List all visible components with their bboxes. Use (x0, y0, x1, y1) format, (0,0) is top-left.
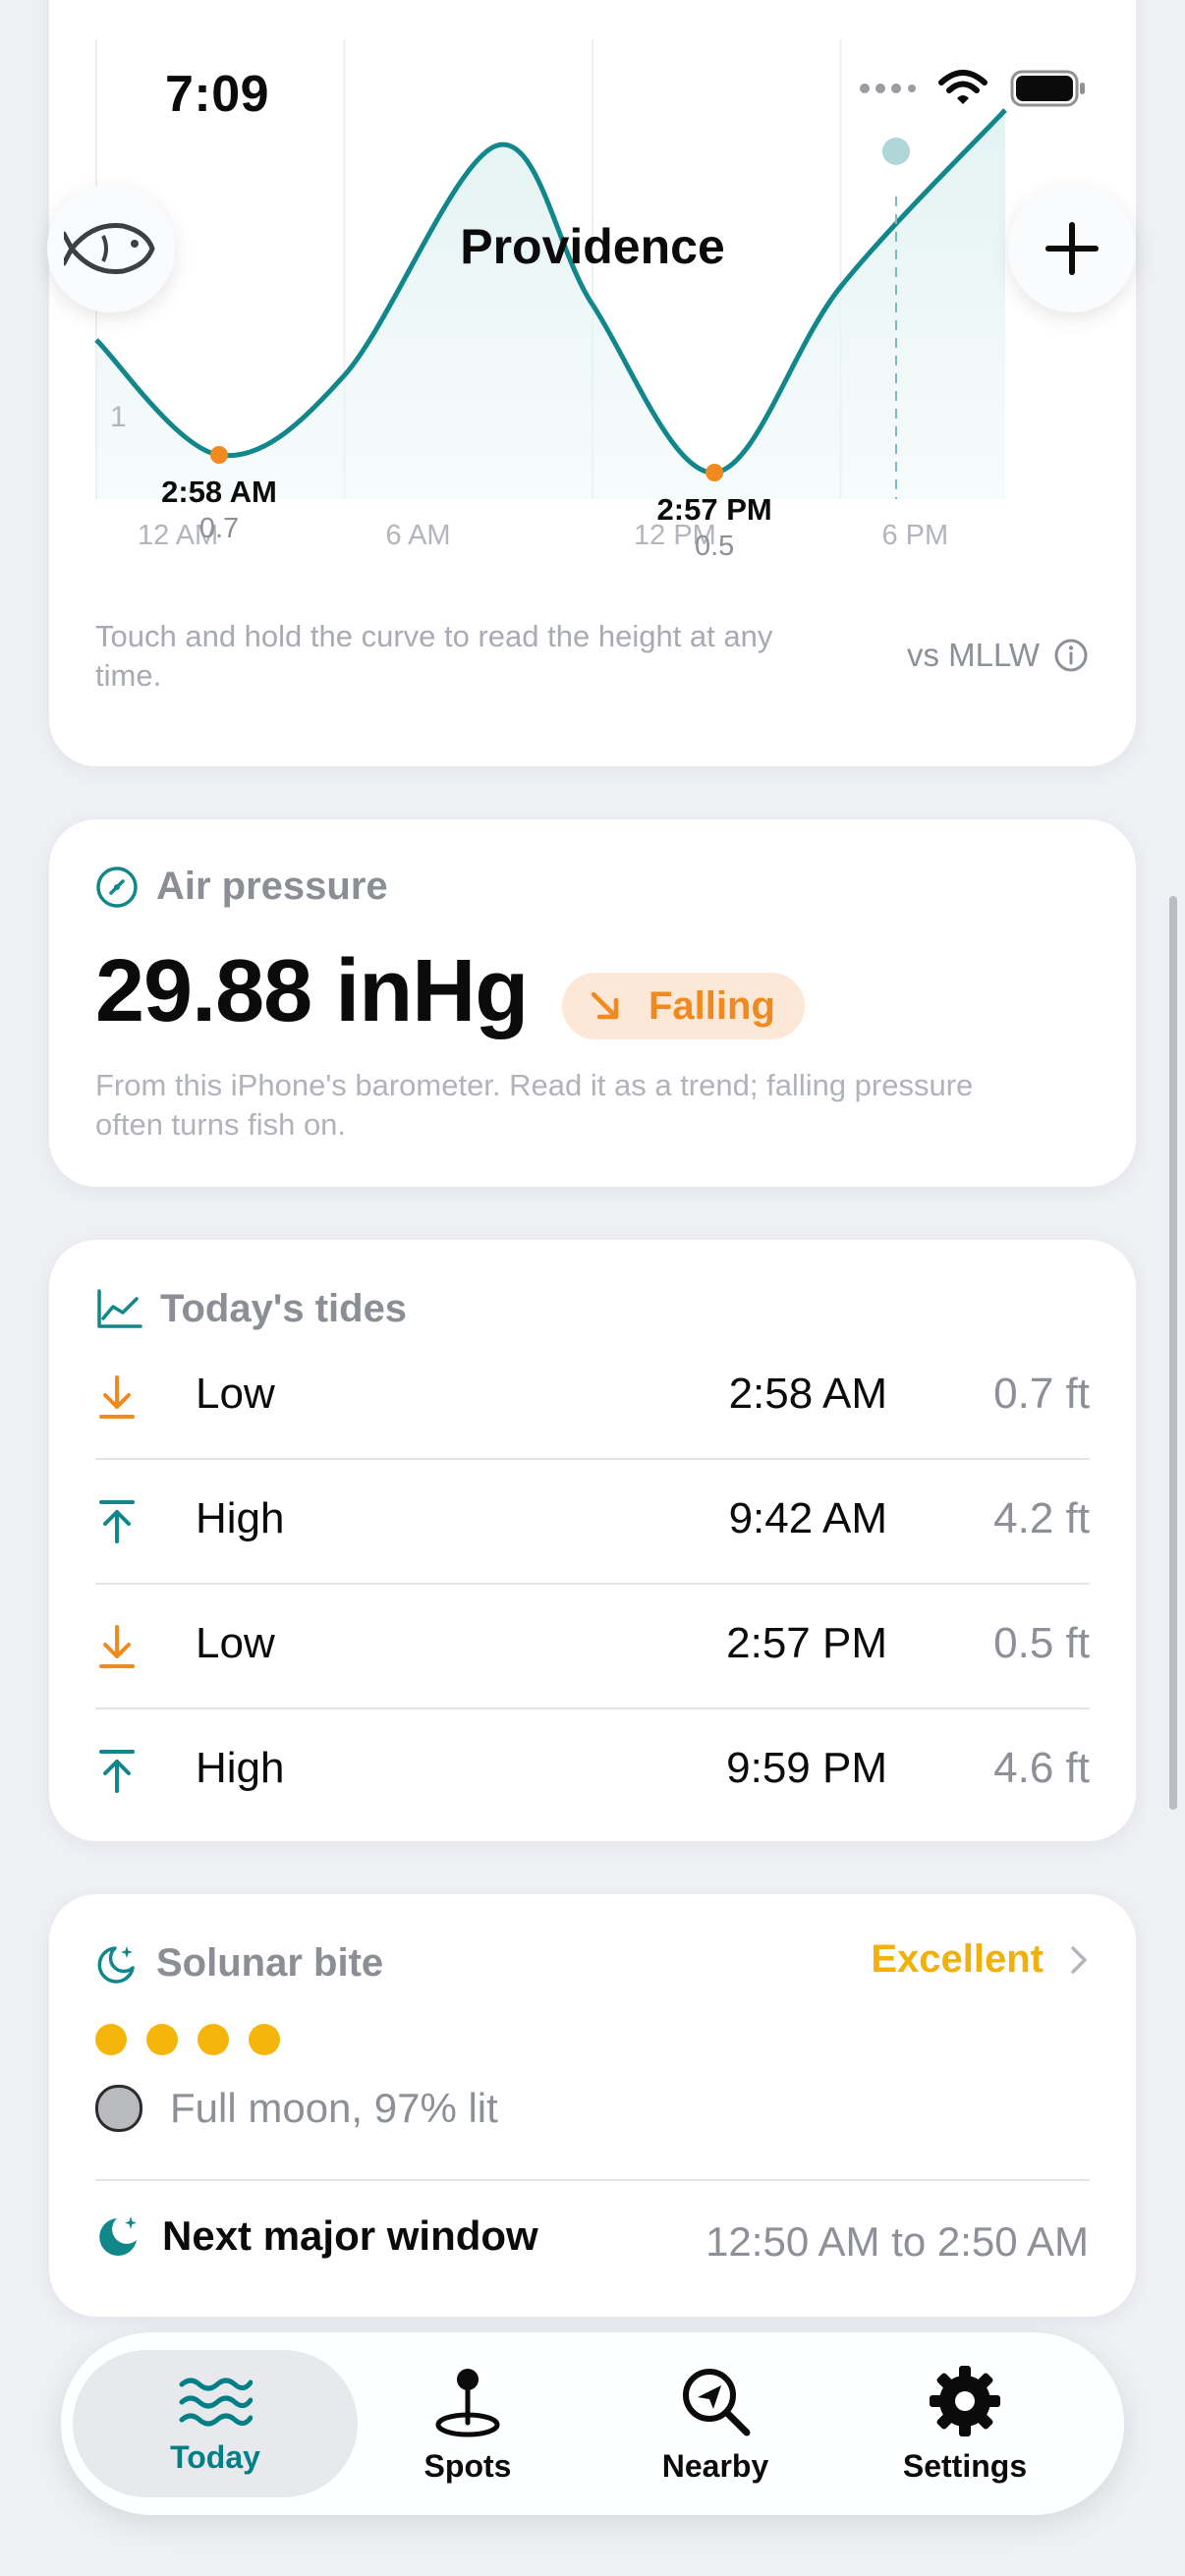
tab-today[interactable]: Today (73, 2350, 358, 2497)
tab-nearby[interactable]: Nearby (597, 2350, 833, 2497)
arrow-down-to-line-icon (99, 1625, 135, 1668)
tide-height: 0.7 ft (993, 1370, 1090, 1418)
pressure-note: From this iPhone's barometer. Read it as… (95, 1068, 974, 1142)
moon-phase-label: Full moon, 97% lit (170, 2085, 498, 2131)
tab-settings[interactable]: Settings (847, 2350, 1083, 2497)
rating-dot (198, 2024, 229, 2055)
rating-dot (95, 2024, 127, 2055)
tide-row[interactable]: High 9:59 PM 4.6 ft (95, 1708, 1090, 1832)
low-tide-marker (209, 446, 228, 464)
gear-icon (930, 2365, 1000, 2436)
x-tick-label: 6 AM (386, 520, 451, 551)
wifi-icon (938, 70, 988, 104)
tab-bar: Today Spots Nearby Settings (61, 2332, 1124, 2515)
next-major-row: Next major window (95, 2212, 538, 2260)
low-tide-time: 2:57 PM (657, 492, 772, 527)
tide-height: 4.2 ft (993, 1494, 1090, 1542)
x-tick-label: 6 PM (882, 520, 949, 551)
rating-dot (249, 2024, 280, 2055)
low-tide-height: 0.7 (199, 513, 239, 544)
air-pressure-header: Air pressure (95, 865, 388, 909)
tide-type: Low (196, 1370, 275, 1418)
plus-icon (1045, 222, 1099, 275)
tide-height: 4.6 ft (993, 1744, 1090, 1792)
arrow-down-right-icon (591, 991, 619, 1020)
solunar-header: Solunar bite (95, 1941, 383, 1986)
arrow-up-from-line-icon (99, 1500, 135, 1543)
location-search-icon (683, 2368, 751, 2436)
chart-hint: Touch and hold the curve to read the hei… (95, 619, 773, 693)
tide-time: 9:59 PM (726, 1744, 887, 1792)
add-button[interactable] (1008, 185, 1136, 312)
status-time: 7:09 (165, 66, 270, 123)
status-icons (859, 69, 1087, 108)
scroll-indicator[interactable] (1169, 896, 1177, 1810)
tab-spots[interactable]: Spots (350, 2350, 586, 2497)
next-major-time: 12:50 AM to 2:50 AM (705, 2218, 1089, 2265)
moon-stars-icon (99, 2216, 137, 2256)
tab-label: Today (170, 2438, 260, 2475)
gauge-icon (96, 866, 138, 908)
moon-stars-icon (97, 1945, 135, 1984)
solunar-rating[interactable]: Excellent (871, 1937, 1089, 1982)
datum-info[interactable]: vs MLLW (907, 637, 1089, 674)
low-tide-height: 0.5 (695, 531, 734, 562)
tide-type: Low (196, 1619, 275, 1667)
arrow-down-to-line-icon (99, 1375, 135, 1419)
rating-dots (95, 2024, 280, 2055)
tides-header: Today's tides (95, 1287, 407, 1331)
divider (95, 2179, 1090, 2181)
low-tide-marker (705, 464, 724, 481)
tide-height: 0.5 ft (993, 1619, 1090, 1667)
y-tick-1: 1 (110, 401, 127, 433)
air-pressure-title: Air pressure (156, 865, 388, 908)
moon-phase-row: Full moon, 97% lit (95, 2085, 498, 2132)
tab-label: Settings (902, 2447, 1028, 2484)
waves-icon (179, 2378, 253, 2426)
moon-phase-icon (95, 2085, 142, 2132)
signal-dots-icon (860, 84, 916, 93)
solunar-title: Solunar bite (156, 1941, 384, 1985)
tides-title: Today's tides (160, 1287, 408, 1330)
arrow-up-from-line-icon (99, 1750, 135, 1793)
tide-row[interactable]: Low 2:58 AM 0.7 ft (95, 1334, 1090, 1458)
tide-area (96, 110, 1005, 499)
rating-dot (146, 2024, 178, 2055)
datum-label: vs MLLW (906, 637, 1040, 673)
pin-icon (435, 2368, 500, 2436)
tab-label: Nearby (661, 2447, 769, 2484)
tide-row[interactable]: Low 2:57 PM 0.5 ft (95, 1584, 1090, 1708)
chevron-right-icon (1071, 1945, 1087, 1974)
tide-time: 2:58 AM (728, 1370, 887, 1418)
trend-badge: Falling (562, 973, 805, 1039)
tide-time: 9:42 AM (728, 1494, 887, 1542)
chart-line-icon (97, 1288, 142, 1328)
tide-type: High (196, 1494, 285, 1542)
rating-label: Excellent (871, 1937, 1044, 1981)
tide-row[interactable]: High 9:42 AM 4.2 ft (95, 1459, 1090, 1583)
info-icon (1054, 639, 1088, 672)
tide-type: High (196, 1744, 285, 1792)
trend-label: Falling (649, 983, 775, 1028)
low-tide-time: 2:58 AM (161, 475, 277, 509)
next-major-label: Next major window (162, 2212, 538, 2259)
pressure-value: 29.88 inHg (95, 942, 529, 1040)
now-marker (882, 138, 910, 165)
battery-icon (1010, 70, 1085, 107)
tab-label: Spots (423, 2447, 512, 2484)
tide-time: 2:57 PM (726, 1619, 887, 1667)
